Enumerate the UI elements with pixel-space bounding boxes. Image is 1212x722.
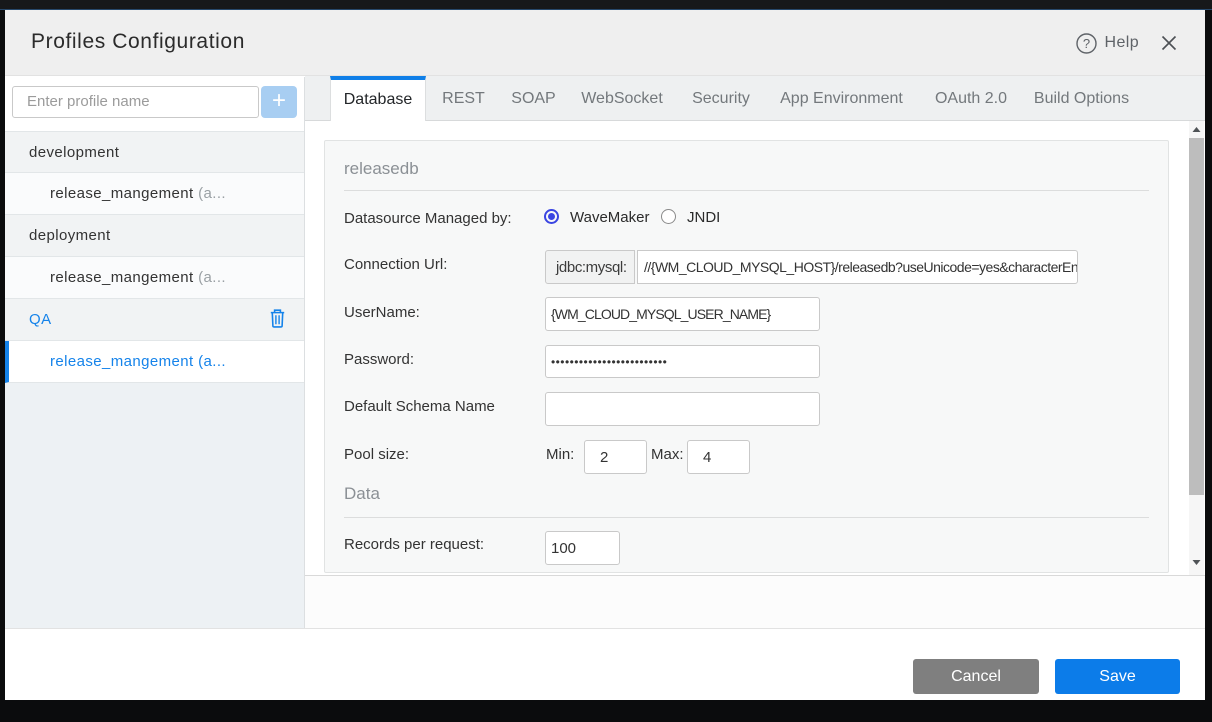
- svg-text:?: ?: [1083, 36, 1090, 51]
